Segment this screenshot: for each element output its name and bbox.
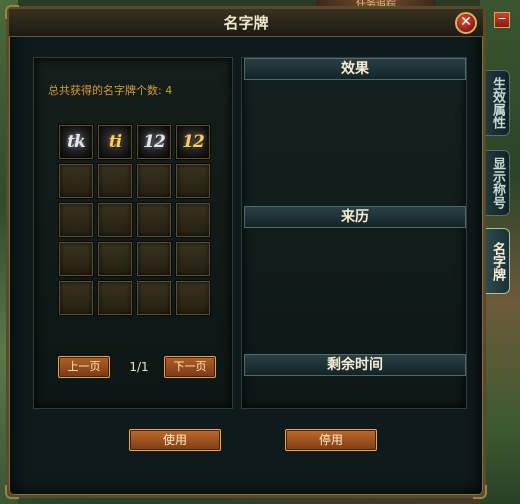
empty-slot[interactable] [97, 163, 133, 199]
tab-display-title[interactable]: 显示称号 [486, 150, 510, 216]
pager: 上一页 1/1 下一页 [58, 356, 234, 380]
total-count-text: 总共获得的名字牌个数: 4 [48, 84, 173, 97]
name-plate-list-panel: 总共获得的名字牌个数: 4 tk ti 12 12 上一页 1/1 下一页 [33, 57, 233, 409]
empty-slot[interactable] [58, 163, 94, 199]
effect-header: 效果 [244, 58, 466, 80]
page-indicator: 1/1 [129, 360, 149, 374]
use-button[interactable]: 使用 [129, 429, 221, 451]
name-plate-slot[interactable]: 12 [136, 124, 172, 160]
minimize-button[interactable]: − [494, 12, 510, 28]
tab-effective-attributes[interactable]: 生效属性 [486, 70, 510, 136]
empty-slot[interactable] [97, 202, 133, 238]
close-icon: ✕ [460, 14, 472, 30]
side-tab-bar: 生效属性 显示称号 名字牌 [486, 58, 520, 298]
empty-slot[interactable] [175, 202, 211, 238]
name-plate-icon: tk [67, 132, 86, 152]
origin-header: 来历 [244, 206, 466, 228]
empty-slot[interactable] [136, 241, 172, 277]
prev-page-button[interactable]: 上一页 [58, 356, 110, 378]
empty-slot[interactable] [175, 280, 211, 316]
remaining-time-content [244, 378, 466, 408]
close-button[interactable]: ✕ [455, 12, 477, 34]
empty-slot[interactable] [136, 280, 172, 316]
empty-slot[interactable] [175, 163, 211, 199]
next-page-button[interactable]: 下一页 [164, 356, 216, 378]
name-plate-icon: 12 [182, 132, 205, 152]
remaining-time-header: 剩余时间 [244, 354, 466, 376]
origin-content [244, 230, 466, 352]
name-plate-icon: ti [108, 132, 122, 152]
disable-button[interactable]: 停用 [285, 429, 377, 451]
window-corner-ornament [5, 485, 19, 499]
name-plate-slot[interactable]: tk [58, 124, 94, 160]
name-plate-window: 名字牌 ✕ 总共获得的名字牌个数: 4 tk ti 12 12 上一页 1/1 下一页… [5, 5, 487, 499]
window-corner-ornament [473, 485, 487, 499]
name-plate-slot[interactable]: ti [97, 124, 133, 160]
empty-slot[interactable] [136, 163, 172, 199]
name-plate-grid: tk ti 12 12 [58, 124, 211, 316]
window-titlebar[interactable]: 名字牌 ✕ [9, 9, 483, 37]
empty-slot[interactable] [175, 241, 211, 277]
empty-slot[interactable] [58, 202, 94, 238]
empty-slot[interactable] [97, 241, 133, 277]
empty-slot[interactable] [97, 280, 133, 316]
window-title: 名字牌 [223, 14, 269, 32]
name-plate-slot[interactable]: 12 [175, 124, 211, 160]
empty-slot[interactable] [58, 241, 94, 277]
minimize-icon: − [497, 12, 507, 25]
empty-slot[interactable] [58, 280, 94, 316]
name-plate-icon: 12 [143, 132, 166, 152]
effect-content [244, 82, 466, 204]
tab-name-plate[interactable]: 名字牌 [486, 228, 510, 294]
detail-panel: 效果 来历 剩余时间 [241, 57, 467, 409]
empty-slot[interactable] [136, 202, 172, 238]
